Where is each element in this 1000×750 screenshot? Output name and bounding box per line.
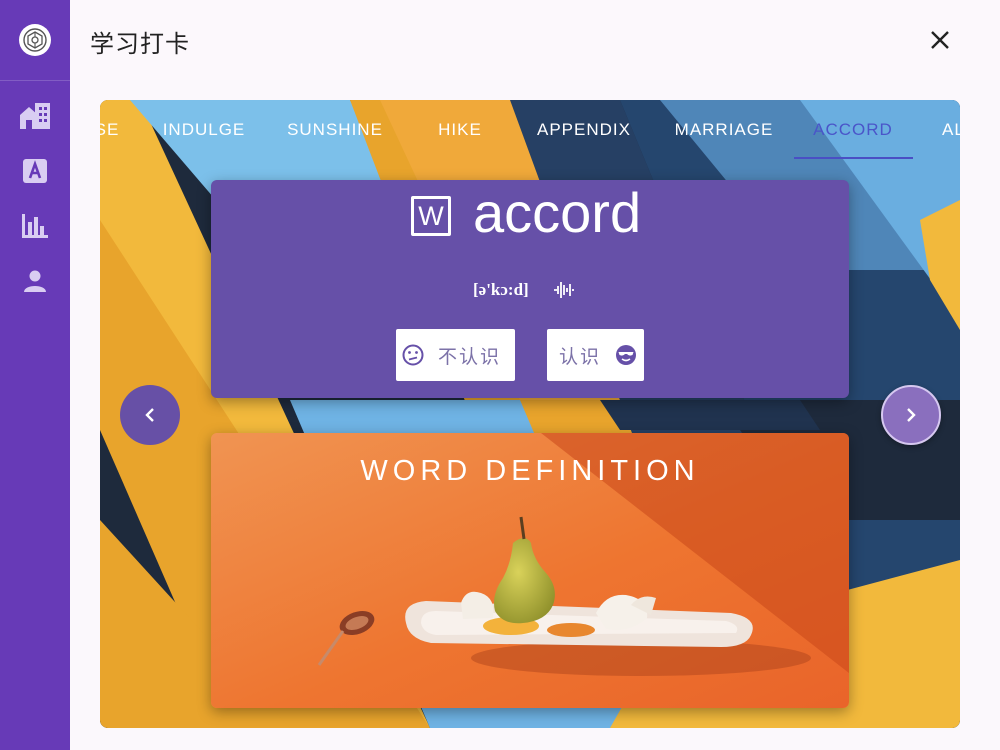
confused-face-icon <box>402 344 424 366</box>
close-button[interactable] <box>926 26 954 54</box>
tab-accord[interactable]: ACCORD <box>800 120 906 142</box>
rail-item-stats[interactable] <box>15 206 55 246</box>
rail-item-home[interactable] <box>15 96 55 136</box>
page-title: 学习打卡 <box>90 30 190 58</box>
known-button[interactable]: 认识 <box>547 329 644 381</box>
rail-divider <box>0 80 70 81</box>
definition-card[interactable]: WORD DEFINITION <box>211 433 849 708</box>
word-headword: accord <box>473 181 642 244</box>
sound-wave-icon <box>554 282 574 298</box>
word-carousel: SE INDULGE SUNSHINE HIKE APPENDIX MARRIA… <box>100 100 960 728</box>
word-icon: W <box>411 196 451 236</box>
app-logo[interactable] <box>19 24 51 56</box>
known-button-label: 认识 <box>559 345 602 368</box>
font-a-icon <box>23 159 47 183</box>
next-word-button[interactable] <box>881 385 941 445</box>
definition-title: WORD DEFINITION <box>360 455 700 487</box>
word-icon-letter: W <box>418 200 444 231</box>
chevron-left-icon <box>145 408 154 422</box>
tab-al[interactable]: AL <box>942 120 960 142</box>
tab-marriage[interactable]: MARRIAGE <box>666 120 782 142</box>
unknown-button[interactable]: 不认识 <box>396 329 515 381</box>
close-icon <box>931 31 949 49</box>
word-tabs: SE INDULGE SUNSHINE HIKE APPENDIX MARRIA… <box>100 100 960 160</box>
top-bar: 学习打卡 <box>70 0 1000 80</box>
word-card: W accord [ə'kɔ:d] 不认识 认识 <box>211 180 849 398</box>
previous-word-button[interactable] <box>120 385 180 445</box>
tab-indulge[interactable]: INDULGE <box>154 120 254 142</box>
pronounce-button[interactable] <box>553 280 575 300</box>
person-icon <box>24 270 46 292</box>
logo-icon <box>23 28 47 52</box>
tab-sunshine[interactable]: SUNSHINE <box>280 120 390 142</box>
tab-appendix[interactable]: APPENDIX <box>526 120 642 142</box>
side-rail <box>0 0 70 750</box>
buildings-icon <box>20 103 50 129</box>
phonetic: [ə'kɔ:d] <box>473 280 529 299</box>
cool-face-icon <box>616 345 637 365</box>
tab-hike[interactable]: HIKE <box>420 120 500 142</box>
rail-item-profile[interactable] <box>15 261 55 301</box>
bar-chart-icon <box>22 214 48 238</box>
chevron-right-icon <box>907 408 916 422</box>
unknown-button-label: 不认识 <box>438 345 502 368</box>
active-tab-indicator <box>794 157 913 159</box>
rail-item-words[interactable] <box>15 151 55 191</box>
tab-se[interactable]: SE <box>100 120 124 142</box>
